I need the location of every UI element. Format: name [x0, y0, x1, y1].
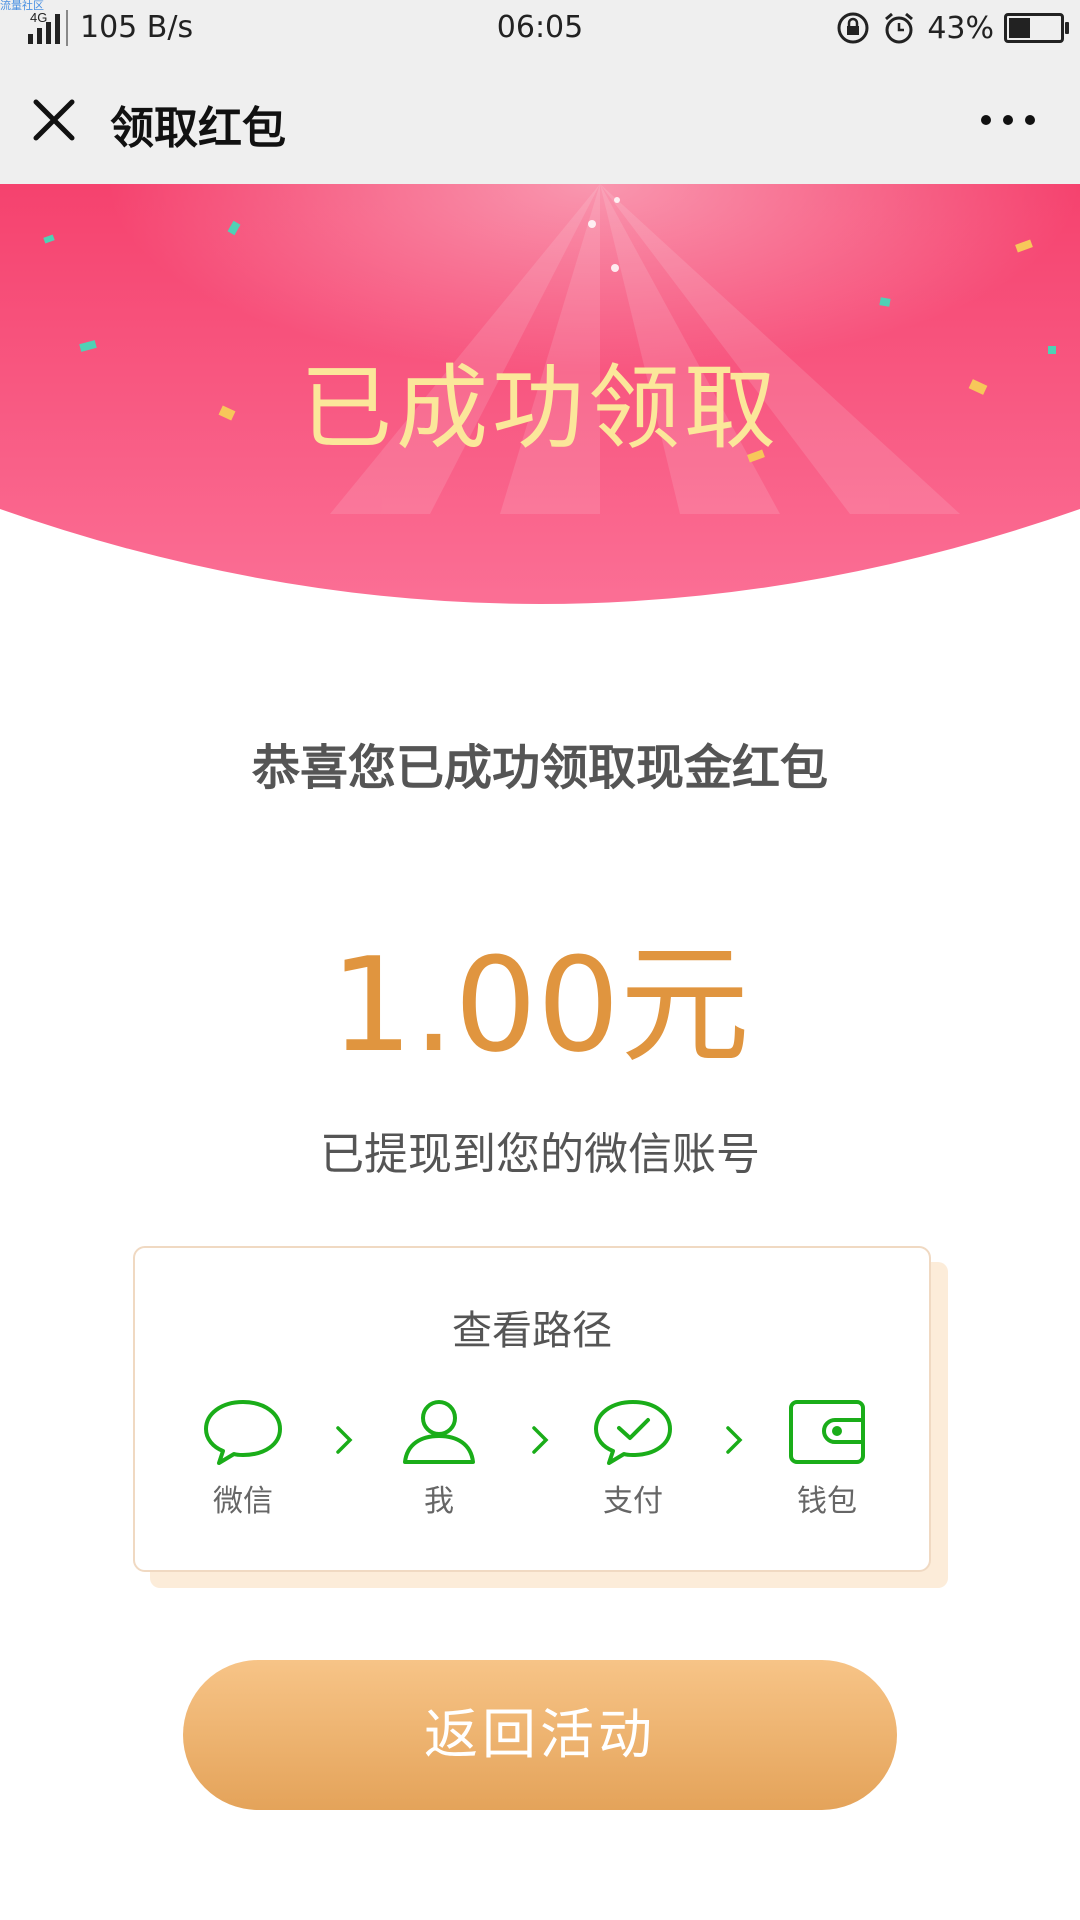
battery-icon	[1004, 13, 1069, 43]
path-card: 查看路径 微信 我 支付 钱包	[133, 1246, 931, 1572]
close-icon[interactable]	[26, 92, 82, 148]
battery-percent: 43%	[927, 10, 994, 46]
pay-check-icon	[594, 1400, 672, 1465]
more-dots-icon[interactable]	[976, 104, 1040, 136]
status-bar: 流量社区 4G 105 B/s 06:05 43%	[0, 0, 1080, 56]
step-label: 我	[424, 1484, 454, 1519]
banner-title: 已成功领取	[299, 355, 780, 462]
success-banner: 已成功领取	[0, 184, 1080, 614]
page-title: 领取红包	[110, 103, 286, 154]
status-right-group: 43%	[835, 8, 1069, 48]
rotation-lock-icon	[837, 12, 869, 44]
step-label: 钱包	[797, 1484, 857, 1519]
step-me[interactable]: 我	[379, 1396, 499, 1520]
user-icon	[403, 1400, 475, 1464]
step-wallet[interactable]: 钱包	[767, 1396, 887, 1520]
title-bar: 领取红包	[0, 56, 1080, 184]
step-wechat[interactable]: 微信	[183, 1396, 303, 1520]
card-title: 查看路径	[452, 1308, 612, 1354]
step-pay[interactable]: 支付	[573, 1396, 693, 1520]
congrats-text: 恭喜您已成功领取现金红包	[251, 740, 828, 796]
alarm-icon	[885, 12, 914, 44]
step-label: 微信	[213, 1484, 273, 1519]
chevron-right-icon	[336, 1426, 353, 1454]
chevron-right-icon	[726, 1426, 743, 1454]
wallet-icon	[789, 1400, 865, 1464]
chevron-right-icon	[532, 1426, 549, 1454]
battery-level	[1009, 18, 1030, 38]
withdraw-text: 已提现到您的微信账号	[320, 1129, 760, 1180]
chat-bubble-icon	[204, 1400, 282, 1465]
step-label: 支付	[603, 1484, 663, 1519]
return-to-activity-button[interactable]: 返回活动	[183, 1660, 897, 1810]
amount-value: 1.00元	[330, 929, 750, 1081]
